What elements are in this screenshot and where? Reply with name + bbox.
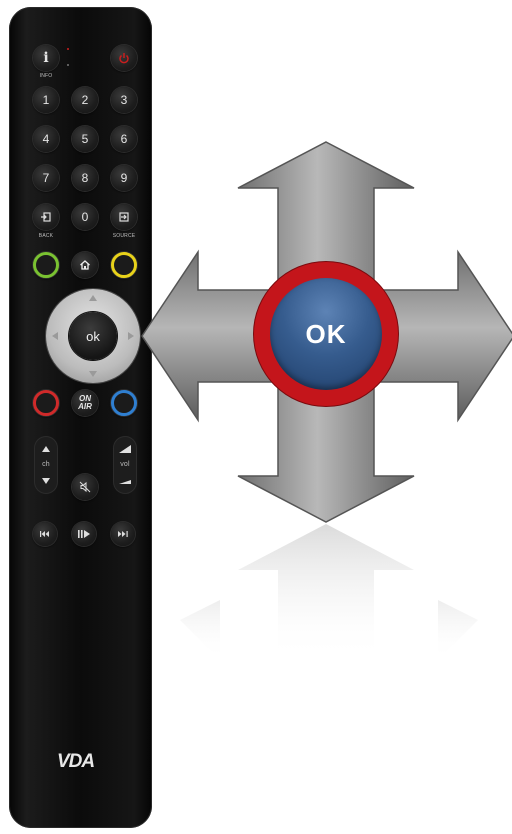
down-arrow-icon: [89, 371, 97, 377]
triangle-up-icon: [42, 446, 50, 452]
remote-control: i INFO 1 2 3 4 5 6 7 8 9 BACK 0 SOURCE o…: [9, 7, 152, 828]
play-pause-icon: [78, 530, 90, 538]
yellow-button[interactable]: [111, 252, 137, 278]
info-label: INFO: [39, 73, 53, 79]
ch-label: ch: [42, 461, 50, 468]
digit-8-button[interactable]: 8: [72, 165, 98, 191]
triangle-down-icon: [42, 478, 50, 484]
left-arrow-icon: [52, 332, 58, 340]
up-arrow-icon: [89, 295, 97, 301]
volume-up-icon: [119, 445, 131, 453]
source-label: SOURCE: [112, 233, 136, 239]
vol-label: vol: [120, 461, 130, 468]
navigation-dpad[interactable]: ok: [46, 289, 140, 383]
volume-down-button[interactable]: [114, 469, 136, 493]
digit-9-label: 9: [120, 171, 128, 185]
back-label: BACK: [38, 233, 54, 239]
red-button[interactable]: [33, 390, 59, 416]
arrow-reflection: [180, 524, 478, 660]
digit-6-button[interactable]: 6: [111, 126, 137, 152]
digit-8-label: 8: [81, 171, 89, 185]
digit-0-button[interactable]: 0: [72, 204, 98, 230]
digit-7-button[interactable]: 7: [33, 165, 59, 191]
ok-button[interactable]: ok: [69, 312, 117, 360]
fast-forward-button[interactable]: [111, 522, 135, 546]
input-icon: [41, 212, 51, 222]
rewind-button[interactable]: [33, 522, 57, 546]
power-button[interactable]: [111, 45, 137, 71]
digit-1-label: 1: [42, 93, 50, 107]
home-button[interactable]: [72, 252, 98, 278]
led-indicator: [67, 48, 69, 50]
mute-button[interactable]: [72, 474, 98, 500]
channel-up-button[interactable]: [35, 437, 57, 461]
blue-button[interactable]: [111, 390, 137, 416]
brand-logo: VDA: [57, 751, 95, 772]
power-icon: [119, 53, 129, 64]
right-arrow-icon: [128, 332, 134, 340]
led-indicator-2: [67, 64, 69, 66]
digit-5-button[interactable]: 5: [72, 126, 98, 152]
on-air-line2: AIR: [78, 402, 92, 411]
digit-5-label: 5: [81, 132, 89, 146]
digit-3-button[interactable]: 3: [111, 87, 137, 113]
rewind-icon: [40, 531, 49, 537]
info-button-glyph: i: [43, 50, 49, 66]
digit-6-label: 6: [120, 132, 128, 146]
digit-1-button[interactable]: 1: [33, 87, 59, 113]
volume-down-icon: [119, 480, 131, 484]
big-ok-inner: OK: [270, 278, 382, 390]
back-button[interactable]: [33, 204, 59, 230]
source-icon: [119, 212, 129, 222]
volume-up-button[interactable]: [114, 437, 136, 461]
big-ok-label: OK: [305, 318, 347, 349]
digit-4-button[interactable]: 4: [33, 126, 59, 152]
source-button[interactable]: [111, 204, 137, 230]
big-ok-button: OK: [254, 262, 398, 406]
green-button[interactable]: [33, 252, 59, 278]
digit-9-button[interactable]: 9: [111, 165, 137, 191]
fast-forward-icon: [118, 531, 128, 537]
home-icon: [80, 260, 90, 270]
digit-3-label: 3: [120, 93, 128, 107]
digit-2-label: 2: [81, 93, 89, 107]
mute-icon: [79, 481, 91, 493]
digit-2-button[interactable]: 2: [72, 87, 98, 113]
play-pause-button[interactable]: [72, 522, 96, 546]
digit-4-label: 4: [42, 132, 50, 146]
digit-0-label: 0: [81, 210, 89, 224]
channel-down-button[interactable]: [35, 469, 57, 493]
on-air-button[interactable]: ON AIR: [72, 390, 98, 416]
info-button[interactable]: i: [33, 45, 59, 71]
ok-button-label: ok: [86, 328, 100, 344]
digit-7-label: 7: [42, 171, 50, 185]
